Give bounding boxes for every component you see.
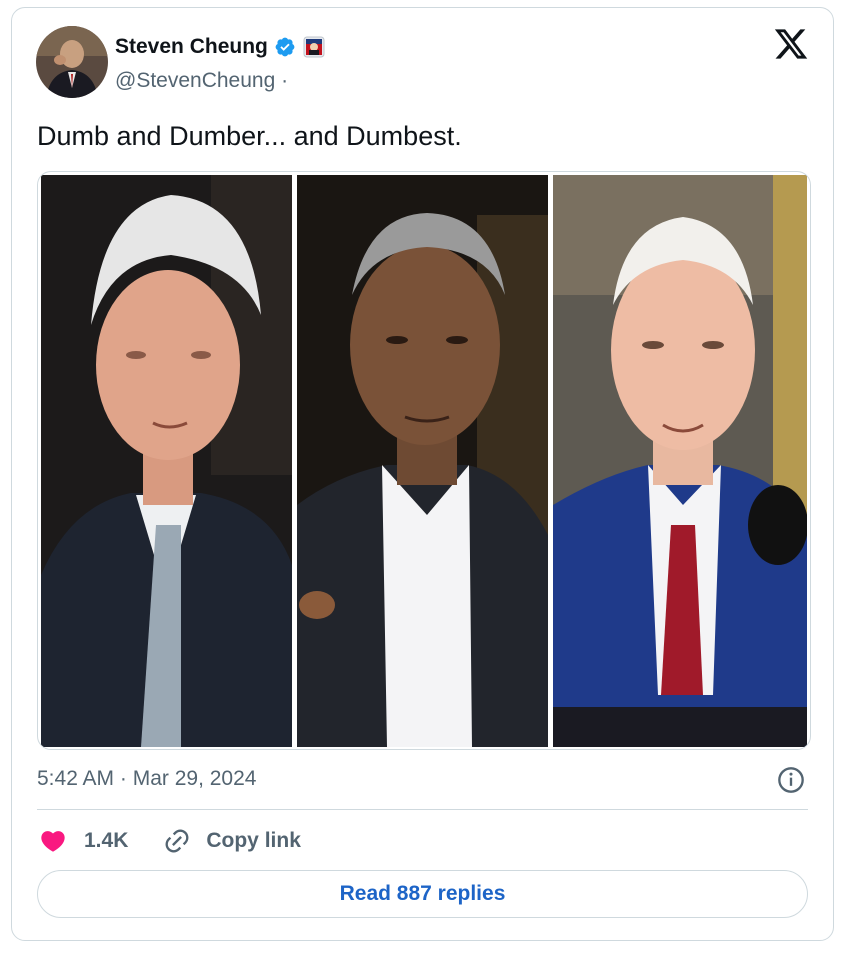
avatar[interactable] — [36, 26, 108, 98]
portrait-photo-3 — [553, 175, 807, 747]
author-name-row: Steven Cheung — [115, 34, 325, 60]
x-logo-icon[interactable] — [773, 26, 809, 62]
divider — [37, 809, 808, 810]
tweet-card: Steven Cheung @StevenCheung · Dumb and D… — [11, 7, 834, 941]
photo-2[interactable] — [297, 175, 548, 747]
author-handle[interactable]: @StevenCheung — [115, 69, 275, 92]
tweet-media[interactable] — [37, 171, 811, 750]
tweet-timestamp[interactable]: 5:42 AM · Mar 29, 2024 — [37, 767, 256, 791]
handle-separator: · — [281, 69, 289, 92]
author-handle-row: @StevenCheung · — [115, 69, 288, 93]
copy-link-button[interactable]: Copy link — [163, 827, 301, 855]
portrait-photo-1 — [41, 175, 292, 747]
portrait-photo-2 — [297, 175, 548, 747]
link-icon — [165, 829, 189, 853]
tweet-actions: 1.4K Copy link — [39, 826, 301, 856]
heart-icon — [41, 831, 65, 852]
copy-link-label: Copy link — [206, 829, 301, 852]
tweet-text: Dumb and Dumber... and Dumbest. — [37, 121, 462, 151]
read-replies-button[interactable]: Read 887 replies — [37, 870, 808, 918]
info-icon[interactable] — [777, 766, 805, 794]
photo-1[interactable] — [41, 175, 292, 747]
author-name[interactable]: Steven Cheung — [115, 35, 268, 59]
verified-badge-icon — [275, 37, 295, 57]
photo-3[interactable] — [553, 175, 807, 747]
like-count: 1.4K — [84, 829, 129, 852]
like-button[interactable]: 1.4K — [39, 827, 128, 855]
profile-photo — [36, 26, 108, 98]
affiliation-badge-icon[interactable] — [303, 36, 325, 58]
